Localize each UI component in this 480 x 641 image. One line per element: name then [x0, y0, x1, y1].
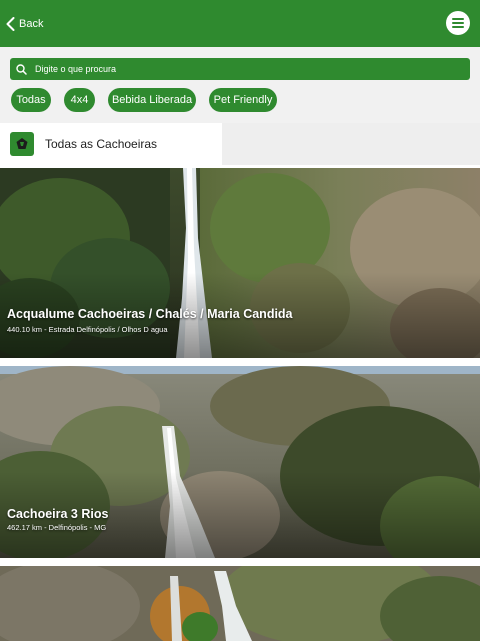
card-title: Cachoeira 3 Rios — [7, 507, 109, 521]
chip-label: 4x4 — [70, 94, 89, 106]
category-title: Todas as Cachoeiras — [45, 137, 158, 151]
menu-button[interactable] — [446, 11, 470, 35]
filter-chip-4x4[interactable]: 4x4 — [64, 88, 95, 112]
waterfall-card[interactable]: Cachoeira 3 Rios 462.17 km - Delfinópoli… — [0, 366, 480, 558]
search-input[interactable] — [33, 63, 457, 75]
hamburger-menu-icon — [452, 18, 464, 28]
card-subtitle: 462.17 km - Delfinópolis - MG — [7, 523, 107, 532]
waterfall-photo — [0, 566, 480, 641]
waterfall-badge-icon — [10, 132, 34, 156]
chevron-left-icon — [6, 17, 15, 31]
filter-panel: Todas 4x4 Bebida Liberada Pet Friendly — [0, 47, 480, 123]
search-bar[interactable] — [10, 58, 470, 80]
filter-chip-pet-friendly[interactable]: Pet Friendly — [209, 88, 277, 112]
chip-label: Bebida Liberada — [111, 94, 193, 106]
back-button[interactable]: Back — [6, 14, 43, 34]
card-title: Acqualume Cachoeiras / Chalés / Maria Ca… — [7, 307, 293, 321]
back-label: Back — [19, 18, 44, 30]
search-icon — [16, 63, 27, 75]
chip-label: Pet Friendly — [213, 94, 273, 106]
waterfall-card[interactable] — [0, 566, 480, 641]
category-header[interactable]: Todas as Cachoeiras — [0, 123, 480, 165]
waterfall-card[interactable]: Acqualume Cachoeiras / Chalés / Maria Ca… — [0, 168, 480, 358]
card-subtitle: 440.10 km - Estrada Delfinópolis / Olhos… — [7, 325, 168, 334]
filter-chip-todas[interactable]: Todas — [11, 88, 51, 112]
filter-chip-bebida-liberada[interactable]: Bebida Liberada — [108, 88, 196, 112]
top-app-bar: Back — [0, 0, 480, 47]
chip-label: Todas — [16, 94, 46, 106]
